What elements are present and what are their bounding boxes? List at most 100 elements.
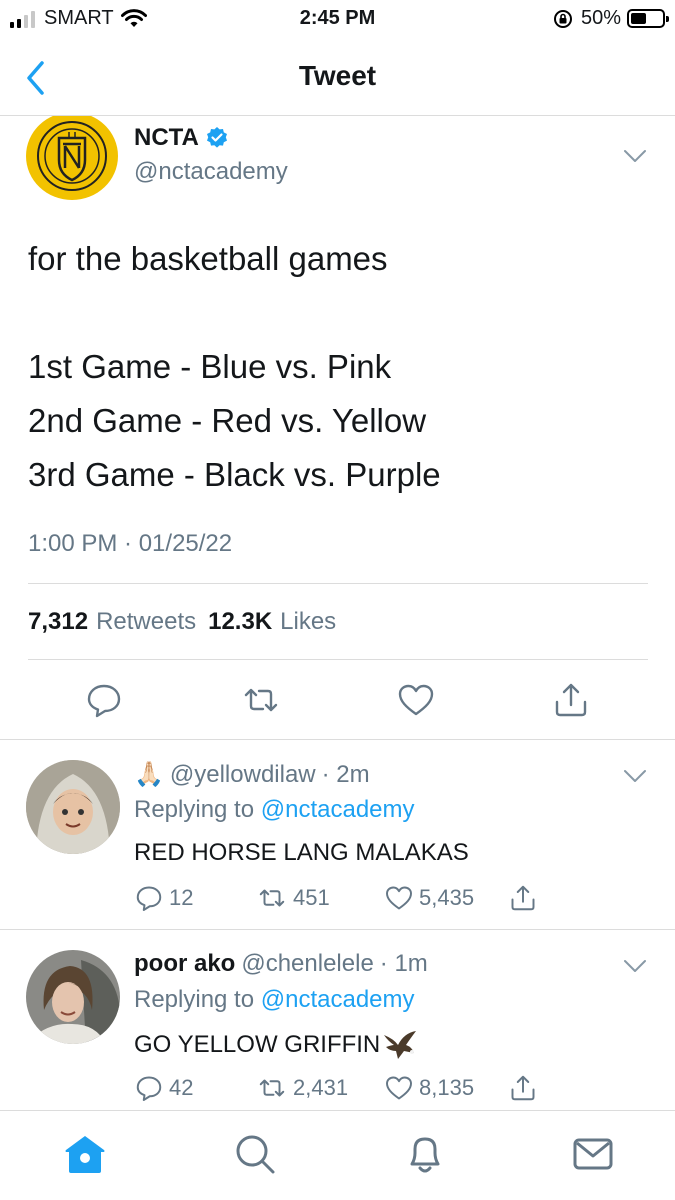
reply-actions: 12 451 5,435 — [134, 883, 554, 917]
home-icon — [65, 1136, 105, 1173]
tab-search[interactable] — [232, 1131, 278, 1177]
tweet-text: for the basketball games 1st Game - Blue… — [28, 232, 441, 502]
retweets-count[interactable]: 7,312 — [28, 608, 88, 636]
status-bar: SMART 2:45 PM 50% — [0, 0, 675, 40]
reply-options-button[interactable] — [623, 768, 647, 789]
avatar[interactable] — [25, 112, 119, 200]
tab-notifications[interactable] — [402, 1131, 448, 1177]
author-name-row: NCTA — [134, 124, 288, 152]
messages-envelope-icon — [573, 1138, 613, 1170]
eagle-icon — [384, 1031, 417, 1059]
reply-handle: @chenlelele — [241, 950, 374, 977]
reply-tweet[interactable]: 🙏🏻 @yellowdilaw · 2m Replying to @nctaca… — [0, 740, 675, 929]
tab-bar — [0, 1110, 675, 1200]
reply-options-button[interactable] — [623, 958, 647, 979]
replying-to-mention[interactable]: @nctacademy — [261, 796, 415, 823]
reply-count: 42 — [169, 1075, 194, 1100]
reply-button[interactable] — [84, 680, 124, 720]
reply-header: 🙏🏻 @yellowdilaw · 2m — [134, 760, 370, 789]
retweet-icon — [259, 1079, 285, 1097]
verified-badge-icon — [206, 127, 227, 148]
rotation-lock-icon — [553, 9, 572, 28]
status-right: 50% — [553, 7, 669, 30]
divider — [28, 659, 648, 660]
tweet-text-line: 3rd Game - Black vs. Purple — [28, 456, 441, 493]
tweet-text-line: 2nd Game - Red vs. Yellow — [28, 402, 427, 439]
nav-bar: Tweet — [0, 40, 675, 116]
heart-icon — [386, 1076, 412, 1100]
retweet-icon — [259, 889, 285, 907]
like-count: 8,135 — [419, 1075, 475, 1100]
share-button[interactable] — [551, 680, 591, 720]
user-photo-icon — [26, 760, 120, 854]
likes-count[interactable]: 12.3K — [208, 608, 272, 636]
reply-text: GO YELLOW GRIFFIN — [134, 1031, 381, 1058]
like-button[interactable] — [396, 680, 436, 720]
reply-bubble-icon — [136, 886, 162, 911]
share-button[interactable] — [508, 883, 538, 913]
chevron-down-icon — [624, 150, 646, 162]
tab-messages[interactable] — [570, 1131, 616, 1177]
reply-bubble-icon — [136, 1076, 162, 1101]
reply-tweet[interactable]: poor ako @chenlelele · 1m Replying to @n… — [0, 930, 675, 1110]
replying-to-label: Replying to — [134, 986, 255, 1013]
tab-home[interactable] — [62, 1131, 108, 1177]
replying-to: Replying to @nctacademy — [134, 986, 415, 1014]
heart-icon — [386, 886, 412, 910]
retweet-icon — [244, 688, 278, 712]
retweet-button[interactable]: 2,431 — [256, 1073, 348, 1103]
reply-author-name: poor ako — [134, 950, 236, 977]
chevron-down-icon — [624, 960, 646, 972]
retweet-count: 2,431 — [293, 1075, 349, 1100]
user-photo-icon — [26, 950, 120, 1044]
reply-age: · 1m — [379, 950, 428, 977]
retweet-button[interactable]: 451 — [256, 883, 330, 913]
retweet-count: 451 — [293, 885, 330, 910]
retweets-label[interactable]: Retweets — [96, 608, 196, 636]
reply-handle: @yellowdilaw — [169, 760, 316, 788]
reply-actions: 42 2,431 8,135 — [134, 1073, 554, 1107]
page-title: Tweet — [298, 60, 377, 91]
tweet-actions — [0, 680, 675, 720]
divider — [28, 583, 648, 584]
notifications-bell-icon — [410, 1137, 440, 1173]
replying-to-mention[interactable]: @nctacademy — [261, 986, 415, 1013]
replying-to-label: Replying to — [134, 796, 255, 823]
reply-author-name-emoji: 🙏🏻 — [134, 761, 164, 788]
tweet-text-line: 1st Game - Blue vs. Pink — [28, 348, 392, 385]
search-icon — [236, 1135, 275, 1174]
reply-text: RED HORSE LANG MALAKAS — [134, 839, 469, 866]
tweet-options-button[interactable] — [623, 148, 647, 169]
tweet-author[interactable]: NCTA @nctacademy — [134, 124, 288, 186]
battery-icon — [627, 9, 669, 28]
share-icon — [511, 1075, 535, 1101]
like-button[interactable]: 5,435 — [384, 883, 474, 913]
chevron-down-icon — [624, 770, 646, 782]
reply-count: 12 — [169, 885, 194, 910]
tweet-timestamp: 1:00 PM · 01/25/22 — [28, 530, 233, 557]
tweet-stats: 7,312 Retweets 12.3K Likes — [28, 608, 340, 636]
battery-percent: 50% — [580, 7, 621, 29]
avatar[interactable] — [26, 760, 120, 854]
share-button[interactable] — [508, 1073, 538, 1103]
likes-label[interactable]: Likes — [280, 608, 336, 636]
like-button[interactable]: 8,135 — [384, 1073, 474, 1103]
like-count: 5,435 — [419, 885, 475, 910]
share-icon — [555, 683, 587, 717]
tweet-text-line: for the basketball games — [28, 240, 388, 277]
author-handle: @nctacademy — [134, 158, 288, 185]
reply-button[interactable]: 42 — [134, 1073, 193, 1103]
heart-icon — [398, 684, 434, 716]
ncta-logo-icon — [26, 112, 118, 200]
replying-to: Replying to @nctacademy — [134, 796, 415, 824]
reply-text-row: GO YELLOW GRIFFIN — [134, 1029, 418, 1061]
tweet-text-line — [28, 286, 441, 340]
author-name: NCTA — [134, 124, 199, 151]
share-icon — [511, 885, 535, 911]
retweet-button[interactable] — [241, 680, 281, 720]
avatar[interactable] — [26, 950, 120, 1044]
reply-header: poor ako @chenlelele · 1m — [134, 950, 428, 978]
reply-bubble-icon — [87, 684, 121, 718]
reply-age: · 2m — [321, 760, 370, 788]
reply-button[interactable]: 12 — [134, 883, 193, 913]
